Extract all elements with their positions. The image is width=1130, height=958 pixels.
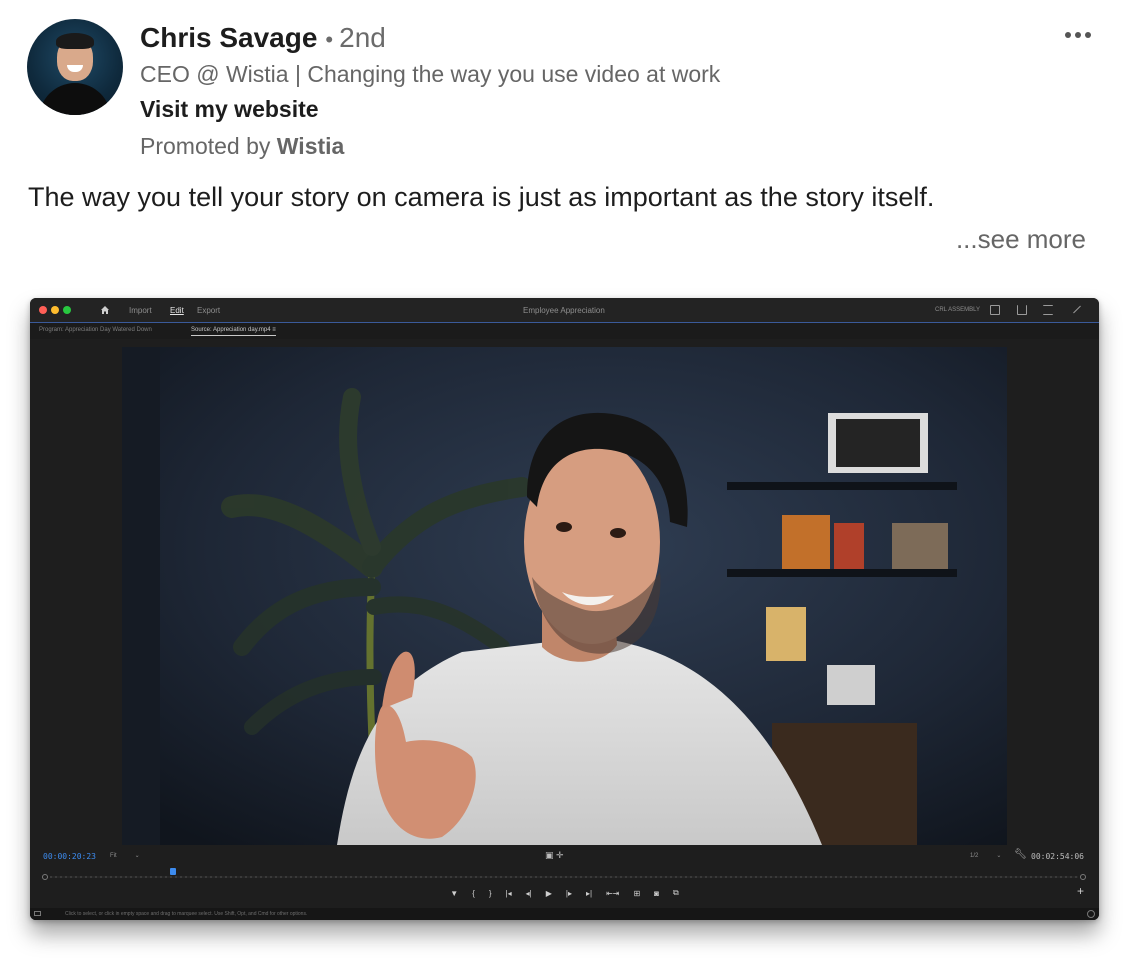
fit-dropdown[interactable]: Fit ⌄ [110, 852, 140, 859]
overwrite-button[interactable]: ⊞ [633, 889, 640, 898]
step-back-button[interactable]: ◂| [526, 889, 532, 898]
info-icon[interactable] [1087, 910, 1095, 918]
panel-layout-icon[interactable] [990, 305, 1000, 315]
playhead[interactable] [170, 868, 177, 875]
wrench-icon[interactable]: 🔧︎ [1014, 849, 1027, 860]
ellipsis-dot [1065, 32, 1071, 38]
zoom-window-icon[interactable] [63, 306, 71, 314]
minimize-window-icon[interactable] [51, 306, 59, 314]
shelf [727, 482, 957, 490]
insert-button[interactable]: ⇤⇥ [606, 889, 619, 898]
see-more-link[interactable]: ...see more [956, 224, 1086, 255]
photo-frame [827, 665, 875, 705]
fit-value: Fit [110, 853, 117, 859]
promoted-label: Promoted by Wistia [140, 133, 344, 160]
menu-icon[interactable] [1043, 305, 1053, 315]
book-stack [834, 523, 864, 569]
shelf [727, 569, 957, 577]
author-line: Chris Savage • 2nd [140, 22, 386, 54]
author-name[interactable]: Chris Savage [140, 22, 317, 53]
ellipsis-dot [1075, 32, 1081, 38]
author-headline: CEO @ Wistia | Changing the way you use … [140, 61, 721, 87]
ellipsis-dot [1085, 32, 1091, 38]
connection-degree: 2nd [339, 22, 386, 53]
nav-import[interactable]: Import [129, 306, 152, 315]
out-point-handle[interactable] [1080, 874, 1086, 880]
book-cover [766, 607, 806, 661]
add-button[interactable]: + [1077, 884, 1084, 898]
status-bar: Click to select, or click in empty space… [30, 908, 1099, 920]
chevron-down-icon: ⌄ [134, 853, 140, 859]
video-frame [122, 347, 1007, 845]
chevron-down-icon: ⌄ [996, 853, 1002, 859]
export-frame-button[interactable]: ◙ [654, 889, 659, 898]
workspace-label[interactable]: CRL ASSEMBLY [935, 307, 980, 313]
current-timecode[interactable]: 00:00:20:23 [43, 852, 96, 861]
avatar[interactable] [27, 19, 123, 115]
share-icon[interactable] [1017, 305, 1027, 315]
degree-separator: • [325, 27, 334, 52]
nav-export[interactable]: Export [197, 306, 220, 315]
transport-bar: ▼ {} |◂ ◂| ▶ |▸ ▸| ⇤⇥ ⊞ ◙ ⧉ [30, 886, 1099, 900]
go-to-out-button[interactable]: ▸| [586, 889, 592, 898]
avatar-hair [56, 33, 94, 49]
status-text: Click to select, or click in empty space… [65, 911, 308, 917]
room-pillar [122, 347, 160, 845]
promoted-prefix: Promoted by [140, 133, 277, 159]
duration-timecode: 00:02:54:06 [1031, 852, 1084, 861]
home-icon[interactable] [100, 305, 110, 315]
editor-titlebar: Import Edit Export Employee Appreciation… [30, 298, 1099, 323]
fullscreen-icon[interactable] [1071, 305, 1081, 315]
resolution-value: 1/2 [970, 853, 979, 859]
project-title: Employee Appreciation [523, 306, 605, 315]
video-scene [122, 347, 1007, 845]
mark-out-button[interactable]: } [489, 889, 492, 898]
tab-source[interactable]: Source: Appreciation day.mp4 ≡ [191, 327, 276, 336]
tab-source-menu-icon[interactable]: ≡ [272, 327, 276, 333]
post-video[interactable]: Import Edit Export Employee Appreciation… [30, 298, 1099, 920]
safe-margins-icon[interactable]: ▣ ✛ [545, 850, 564, 861]
panel-tabs: Program: Appreciation Day Watered Down S… [30, 323, 1099, 339]
person-eye [556, 522, 572, 532]
play-button[interactable]: ▶ [546, 889, 552, 898]
tab-source-label: Source: Appreciation day.mp4 [191, 327, 271, 333]
step-forward-button[interactable]: |▸ [566, 889, 572, 898]
wall-frame-art [836, 419, 920, 467]
tab-program[interactable]: Program: Appreciation Day Watered Down [39, 327, 152, 333]
promoted-company[interactable]: Wistia [277, 133, 345, 159]
book-stack [892, 523, 948, 569]
visit-website-link[interactable]: Visit my website [140, 96, 319, 123]
add-marker-button[interactable]: ▼ [450, 889, 458, 898]
compare-button[interactable]: ⧉ [673, 888, 679, 898]
resolution-dropdown[interactable]: 1/2 ⌄ [970, 852, 1001, 859]
scrubber-track[interactable] [50, 876, 1078, 878]
panel-icon[interactable] [34, 911, 41, 916]
in-point-handle[interactable] [42, 874, 48, 880]
close-window-icon[interactable] [39, 306, 47, 314]
book-stack [782, 515, 830, 569]
go-to-in-button[interactable]: |◂ [506, 889, 512, 898]
scrubber[interactable] [42, 873, 1086, 881]
person-eye [610, 528, 626, 538]
mark-in-button[interactable]: { [472, 889, 475, 898]
ellipsis-icon[interactable] [1056, 24, 1100, 46]
avatar-shirt [39, 83, 111, 115]
post-text: The way you tell your story on camera is… [28, 182, 935, 212]
nav-edit[interactable]: Edit [170, 306, 184, 315]
